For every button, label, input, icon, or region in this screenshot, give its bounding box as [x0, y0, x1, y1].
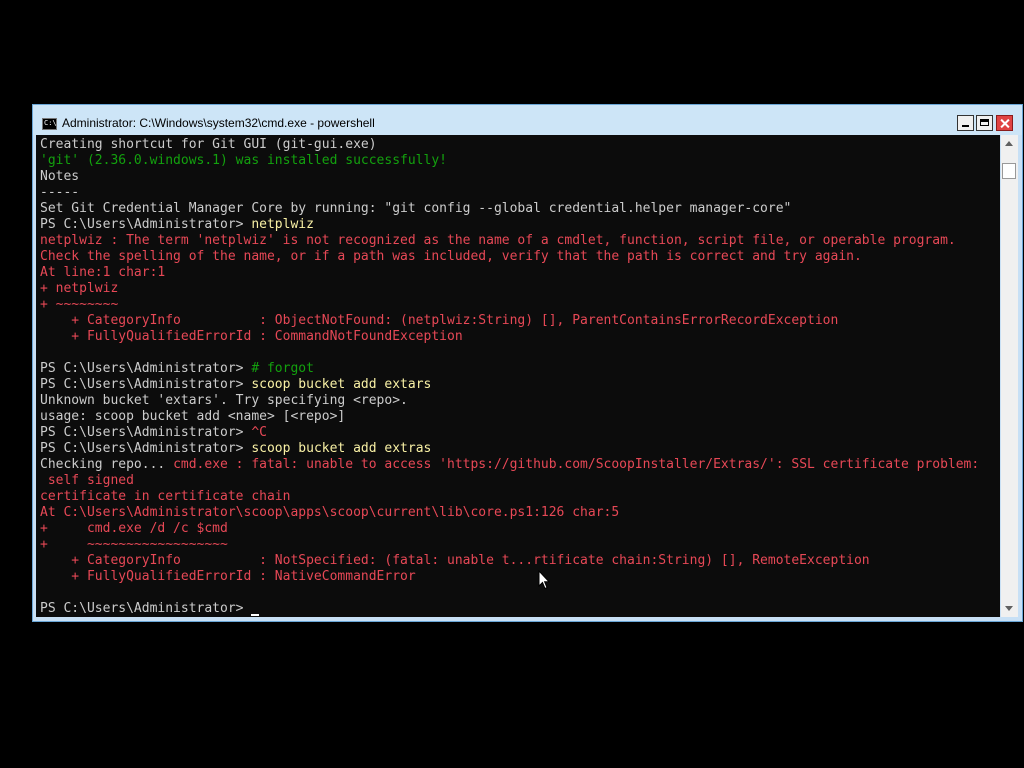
- console-text-segment: self signed: [40, 473, 134, 488]
- console-text-segment: + FullyQualifiedErrorId : NativeCommandE…: [40, 569, 416, 584]
- console-lines: Creating shortcut for Git GUI (git-gui.e…: [40, 137, 1000, 617]
- console-line: Unknown bucket 'extars'. Try specifying …: [40, 393, 1000, 409]
- scrollbar-thumb[interactable]: [1002, 163, 1016, 179]
- console-line: + CategoryInfo : ObjectNotFound: (netplw…: [40, 313, 1000, 329]
- console-text-segment: Checking repo...: [40, 457, 174, 472]
- console-text-segment: Notes: [40, 169, 80, 184]
- maximize-button[interactable]: [976, 115, 993, 131]
- console-line: Notes: [40, 169, 1000, 185]
- console-line: + ~~~~~~~~~~~~~~~~~~: [40, 537, 1000, 553]
- console-line: + FullyQualifiedErrorId : CommandNotFoun…: [40, 329, 1000, 345]
- console-line: PS C:\Users\Administrator> scoop bucket …: [40, 377, 1000, 393]
- console-text-segment: # forgot: [251, 361, 314, 376]
- console-text-segment: Unknown bucket 'extars'. Try specifying …: [40, 393, 408, 408]
- console-text-segment: PS C:\Users\Administrator>: [40, 425, 252, 440]
- console-text-segment: scoop bucket add extras: [251, 441, 432, 456]
- console-text-segment: + cmd.exe /d /c $cmd: [40, 521, 228, 536]
- console-line: + FullyQualifiedErrorId : NativeCommandE…: [40, 569, 1000, 585]
- console-line: PS C:\Users\Administrator>: [40, 601, 1000, 617]
- console-text-segment: At line:1 char:1: [40, 265, 166, 280]
- vertical-scrollbar[interactable]: [1001, 135, 1018, 617]
- console-text-segment: + FullyQualifiedErrorId : CommandNotFoun…: [40, 329, 463, 344]
- console-text-segment: -----: [40, 185, 80, 200]
- text-cursor: [251, 614, 260, 616]
- console-window[interactable]: C:\ Administrator: C:\Windows\system32\c…: [32, 104, 1023, 622]
- console-line: PS C:\Users\Administrator> # forgot: [40, 361, 1000, 377]
- console-line: PS C:\Users\Administrator> ^C: [40, 425, 1000, 441]
- minimize-button[interactable]: [957, 115, 974, 131]
- console-text-segment: PS C:\Users\Administrator>: [40, 361, 252, 376]
- console-line: At C:\Users\Administrator\scoop\apps\sco…: [40, 505, 1000, 521]
- console-text-segment: PS C:\Users\Administrator>: [40, 441, 252, 456]
- console-text-segment: PS C:\Users\Administrator>: [40, 217, 252, 232]
- console-line: self signed: [40, 473, 1000, 489]
- mouse-pointer-icon: [538, 570, 550, 590]
- console-text-segment: Check the spelling of the name, or if a …: [40, 249, 862, 264]
- window-title: Administrator: C:\Windows\system32\cmd.e…: [62, 116, 375, 130]
- console-text-segment: netplwiz : The term 'netplwiz' is not re…: [40, 233, 956, 248]
- console-text-segment: certificate in certificate chain: [40, 489, 291, 504]
- close-button[interactable]: [996, 115, 1013, 131]
- console-text-segment: 'git' (2.36.0.windows.1) was installed s…: [40, 153, 447, 168]
- console-line: + cmd.exe /d /c $cmd: [40, 521, 1000, 537]
- console-text-segment: + CategoryInfo : NotSpecified: (fatal: u…: [40, 553, 870, 568]
- console-line: PS C:\Users\Administrator> netplwiz: [40, 217, 1000, 233]
- console-text-segment: cmd.exe : fatal: unable to access 'https…: [173, 457, 980, 472]
- console-text-segment: scoop bucket add extars: [251, 377, 432, 392]
- console-line: usage: scoop bucket add <name> [<repo>]: [40, 409, 1000, 425]
- console-line: Set Git Credential Manager Core by runni…: [40, 201, 1000, 217]
- console-line: 'git' (2.36.0.windows.1) was installed s…: [40, 153, 1000, 169]
- console-text-segment: usage: scoop bucket add <name> [<repo>]: [40, 409, 346, 424]
- console-text-segment: Set Git Credential Manager Core by runni…: [40, 201, 792, 216]
- console-text-segment: At C:\Users\Administrator\scoop\apps\sco…: [40, 505, 620, 520]
- console-line: + ~~~~~~~~: [40, 297, 1000, 313]
- console-text-segment: + ~~~~~~~~~~~~~~~~~~: [40, 537, 228, 552]
- console-line: certificate in certificate chain: [40, 489, 1000, 505]
- console-line: PS C:\Users\Administrator> scoop bucket …: [40, 441, 1000, 457]
- console-line: netplwiz : The term 'netplwiz' is not re…: [40, 233, 1000, 249]
- console-text-segment: + netplwiz: [40, 281, 119, 296]
- scroll-down-arrow-icon[interactable]: [1001, 600, 1018, 617]
- console-line: + CategoryInfo : NotSpecified: (fatal: u…: [40, 553, 1000, 569]
- console-text-segment: ^C: [251, 425, 267, 440]
- console-text-segment: + CategoryInfo : ObjectNotFound: (netplw…: [40, 313, 839, 328]
- console-line: Checking repo... cmd.exe : fatal: unable…: [40, 457, 1000, 473]
- console-line: At line:1 char:1: [40, 265, 1000, 281]
- console-text-segment: Creating shortcut for Git GUI (git-gui.e…: [40, 137, 377, 152]
- console-line: Check the spelling of the name, or if a …: [40, 249, 1000, 265]
- title-bar[interactable]: C:\ Administrator: C:\Windows\system32\c…: [33, 105, 1022, 135]
- console-line: Creating shortcut for Git GUI (git-gui.e…: [40, 137, 1000, 153]
- console-text-segment: PS C:\Users\Administrator>: [40, 377, 252, 392]
- console-text-segment: PS C:\Users\Administrator>: [40, 601, 252, 616]
- cmd-app-icon: C:\: [42, 118, 57, 130]
- console-line: -----: [40, 185, 1000, 201]
- console-line: + netplwiz: [40, 281, 1000, 297]
- scroll-up-arrow-icon[interactable]: [1001, 135, 1018, 152]
- console-output-area[interactable]: Creating shortcut for Git GUI (git-gui.e…: [36, 135, 1000, 617]
- console-text-segment: netplwiz: [251, 217, 314, 232]
- cmd-app-icon-label: C:\: [44, 119, 57, 127]
- console-text-segment: + ~~~~~~~~: [40, 297, 119, 312]
